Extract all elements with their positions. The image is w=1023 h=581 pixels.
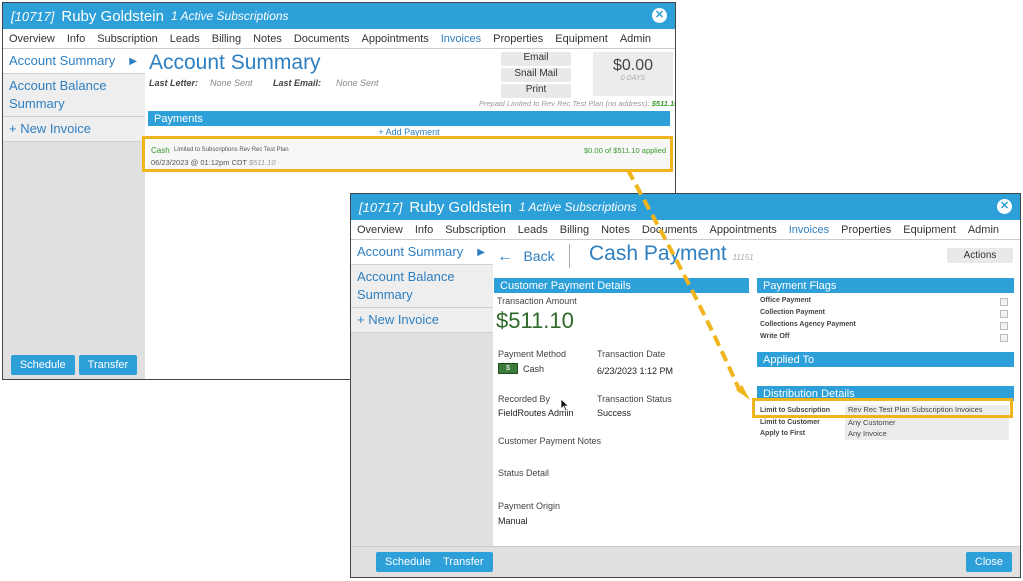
connector-arrow-icon	[626, 169, 750, 400]
